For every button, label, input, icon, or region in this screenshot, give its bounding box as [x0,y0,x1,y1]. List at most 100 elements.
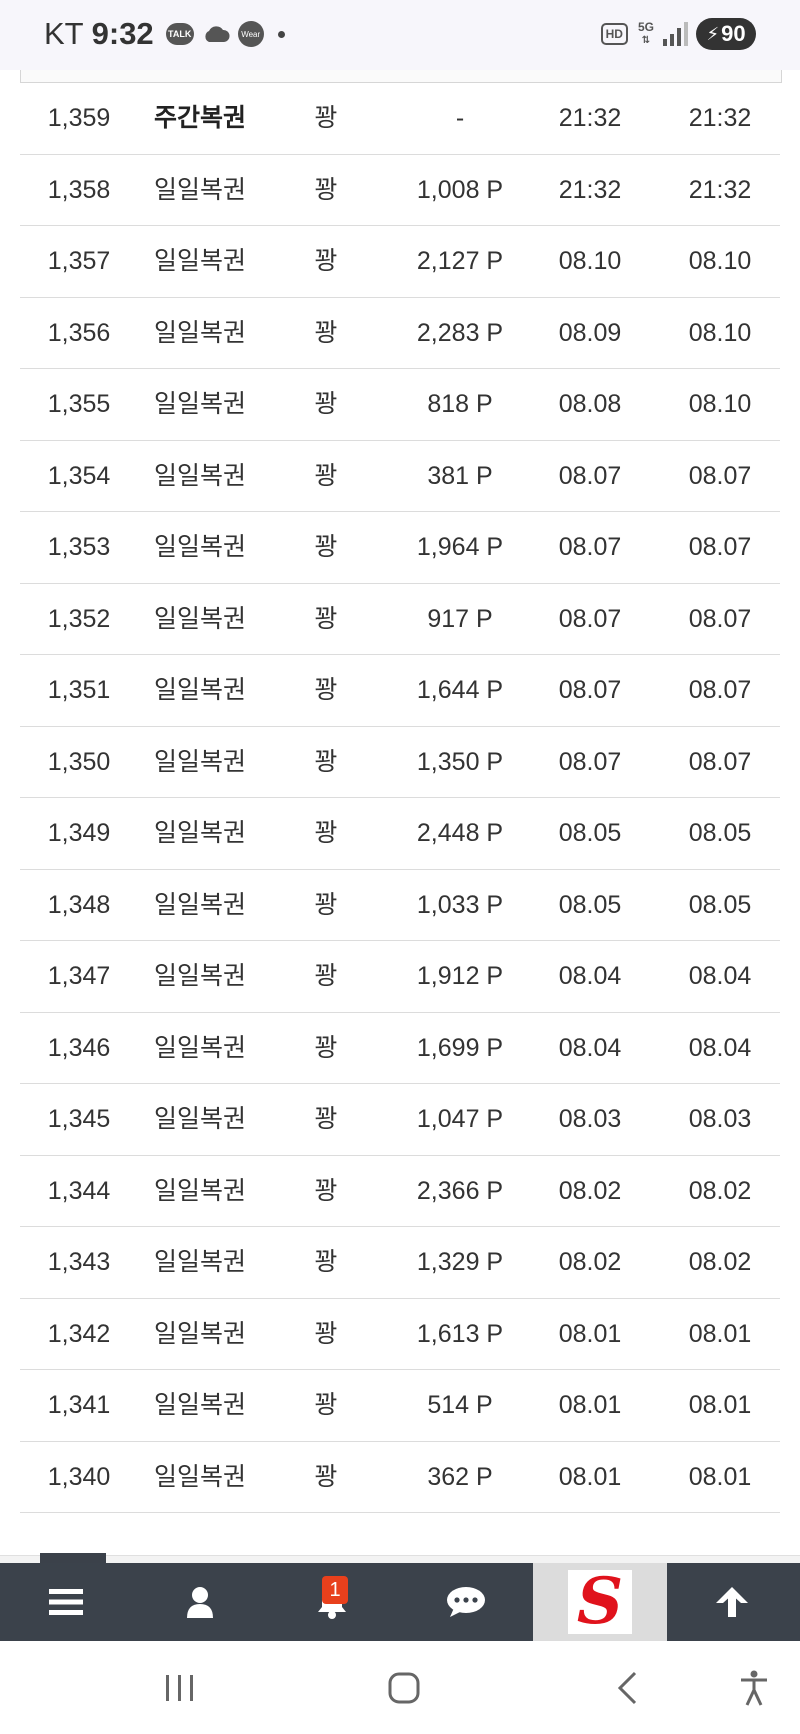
chat-button[interactable] [406,1563,526,1641]
table-row[interactable]: 1,354 일일복권 꽝 381 P 08.07 08.07 [20,441,780,512]
accessibility-button[interactable] [736,1666,772,1710]
check-time: 08.05 [688,890,752,919]
result: 꽝 [314,604,338,633]
check-time: 08.10 [688,390,752,418]
table-row[interactable]: 1,344 일일복권 꽝 2,366 P 08.02 08.02 [20,1156,780,1227]
prize-amount: 362 P [427,1462,493,1491]
check-time: 08.04 [688,1033,752,1062]
table-row[interactable]: 1,350 일일복권 꽝 1,350 P 08.07 08.07 [20,727,780,798]
result: 꽝 [314,890,338,919]
user-icon [187,1587,213,1618]
result: 꽝 [314,819,338,847]
table-row[interactable]: 1,349 일일복권 꽝 2,448 P 08.05 08.05 [20,798,780,870]
table-row[interactable]: 1,356 일일복권 꽝 2,283 P 08.09 08.10 [20,298,780,369]
row-number: 1,350 [47,747,111,776]
lottery-type: 일일복권 [154,1248,247,1276]
result: 꽝 [314,1176,338,1205]
check-time: 08.07 [688,533,752,561]
table-row[interactable]: 1,345 일일복권 꽝 1,047 P 08.03 08.03 [20,1084,780,1156]
lottery-type: 일일복권 [154,247,247,275]
purchase-time: 08.05 [558,890,622,919]
table-row[interactable]: 1,347 일일복권 꽝 1,912 P 08.04 08.04 [20,941,780,1013]
table-row[interactable]: 1,358 일일복권 꽝 1,008 P 21:32 21:32 [20,155,780,226]
notifications-button[interactable]: 1 [272,1563,392,1641]
prize-amount: 381 P [427,461,493,490]
table-row[interactable]: 1,348 일일복권 꽝 1,033 P 08.05 08.05 [20,870,780,941]
lottery-type: 일일복권 [154,1391,247,1419]
result: 꽝 [314,1462,338,1491]
table-row[interactable]: 1,352 일일복권 꽝 917 P 08.07 08.07 [20,584,780,655]
prize-amount: 1,350 P [416,747,504,776]
android-nav-bar [0,1641,800,1734]
table-row[interactable]: 1,359 주간복권 꽝 - 21:32 21:32 [20,83,780,155]
table-row[interactable]: 1,340 일일복권 꽝 362 P 08.01 08.01 [20,1442,780,1513]
scroll-top-button[interactable] [672,1563,792,1641]
purchase-time: 21:32 [558,175,622,204]
row-number: 1,359 [47,104,111,132]
profile-button[interactable] [140,1563,260,1641]
kakaotalk-icon: TALK [165,23,194,45]
lottery-history-table: 1,359 주간복권 꽝 -21:32 21:32 1,358 일일복권 꽝 1,008 P 21… [20,83,780,1513]
purchase-time: 08.01 [558,1391,622,1419]
prize-amount: 514 P [427,1391,493,1419]
battery-icon: ⚡ 90 [696,18,756,50]
pager-active-indicator [40,1553,106,1563]
purchase-time: 08.05 [558,819,622,847]
carrier-label: KT [44,16,84,51]
row-number: 1,344 [47,1176,111,1205]
signal-icon [663,22,688,46]
purchase-time: 08.04 [558,1033,622,1062]
result: 꽝 [314,247,338,275]
table-row[interactable]: 1,355 일일복권 꽝 818 P 08.08 08.10 [20,369,780,441]
hd-voice-icon: HD [600,23,628,45]
result: 꽝 [314,1248,338,1276]
row-number: 1,345 [47,1105,111,1133]
menu-button[interactable] [6,1563,126,1641]
result: 꽝 [314,747,338,776]
prize-amount: 1,008 P [416,175,504,204]
row-number: 1,352 [47,604,111,633]
table-row[interactable]: 1,343 일일복권 꽝 1,329 P 08.02 08.02 [20,1227,780,1299]
prize-amount: 1,613 P [416,1319,504,1348]
check-time: 08.03 [688,1105,752,1133]
prize-amount: 1,912 P [416,962,504,990]
site-logo: S [568,1570,632,1634]
purchase-time: 08.01 [558,1319,622,1348]
result: 꽝 [314,175,338,204]
site-logo-button[interactable]: S [533,1563,667,1641]
prize-amount: 2,127 P [416,247,504,275]
purchase-time: 21:32 [558,104,622,132]
recent-apps-button[interactable] [160,1666,200,1710]
wear-icon: Wear [237,21,264,47]
clock: 9:32 [91,16,154,51]
home-button[interactable] [382,1666,426,1710]
purchase-time: 08.03 [558,1105,622,1133]
row-number: 1,354 [47,461,111,490]
prize-amount: 1,047 P [416,1105,504,1133]
row-number: 1,343 [47,1248,111,1276]
row-number: 1,341 [47,1391,111,1419]
table-row[interactable]: 1,342 일일복권 꽝 1,613 P 08.01 08.01 [20,1299,780,1370]
network-type-icon: 5G ⇅ [637,20,654,46]
result: 꽝 [314,318,338,347]
table-row[interactable]: 1,351 일일복권 꽝 1,644 P 08.07 08.07 [20,655,780,727]
table-row[interactable]: 1,357 일일복권 꽝 2,127 P 08.10 08.10 [20,226,780,298]
cloud-icon [205,26,230,42]
purchase-time: 08.01 [558,1462,622,1491]
row-number: 1,342 [47,1319,111,1348]
result: 꽝 [314,104,338,132]
check-time: 21:32 [688,175,752,204]
purchase-time: 08.07 [558,604,622,633]
row-number: 1,356 [47,318,111,347]
result: 꽝 [314,1033,338,1062]
row-number: 1,351 [47,676,111,704]
battery-level: 90 [721,21,746,46]
table-row[interactable]: 1,353 일일복권 꽝 1,964 P 08.07 08.07 [20,512,780,584]
table-row[interactable]: 1,341 일일복권 꽝 514 P 08.01 08.01 [20,1370,780,1442]
table-row[interactable]: 1,346 일일복권 꽝 1,699 P 08.04 08.04 [20,1013,780,1084]
purchase-time: 08.08 [558,390,622,418]
row-number: 1,358 [47,175,111,204]
lottery-type: 일일복권 [154,890,247,919]
lottery-type: 일일복권 [154,1176,247,1205]
back-button[interactable] [612,1666,642,1710]
